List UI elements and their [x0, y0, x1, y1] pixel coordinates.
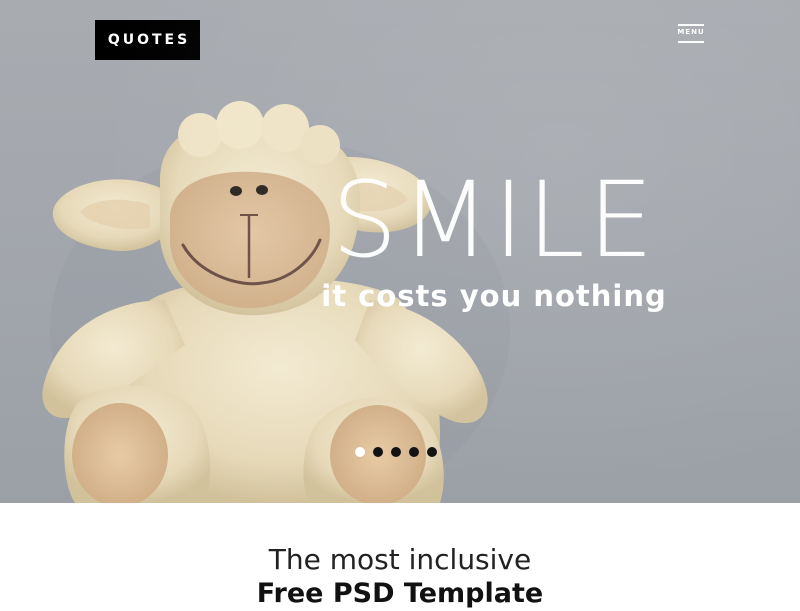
logo[interactable]: QUOTES [95, 20, 200, 60]
menu-label: MENU [677, 28, 705, 36]
intro-heading-line2: Free PSD Template [256, 578, 544, 609]
hero-headline: SMILE [331, 159, 657, 281]
menu-line-top [678, 24, 704, 26]
menu-line-bottom [678, 41, 704, 43]
slider-dot-1[interactable] [355, 447, 365, 457]
intro-section: The most inclusive Free PSD Template [0, 503, 800, 609]
menu-button[interactable]: MENU [676, 24, 706, 46]
hero-section: QUOTES MENU SMILE it costs you nothing [0, 0, 800, 503]
intro-heading-line1: The most inclusive [268, 543, 532, 576]
slider-dot-3[interactable] [391, 447, 401, 457]
hero-subline: it costs you nothing [321, 279, 667, 313]
slider-dot-5[interactable] [427, 447, 437, 457]
slider-dot-2[interactable] [373, 447, 383, 457]
slider-dot-4[interactable] [409, 447, 419, 457]
slider-pagination [355, 447, 437, 459]
